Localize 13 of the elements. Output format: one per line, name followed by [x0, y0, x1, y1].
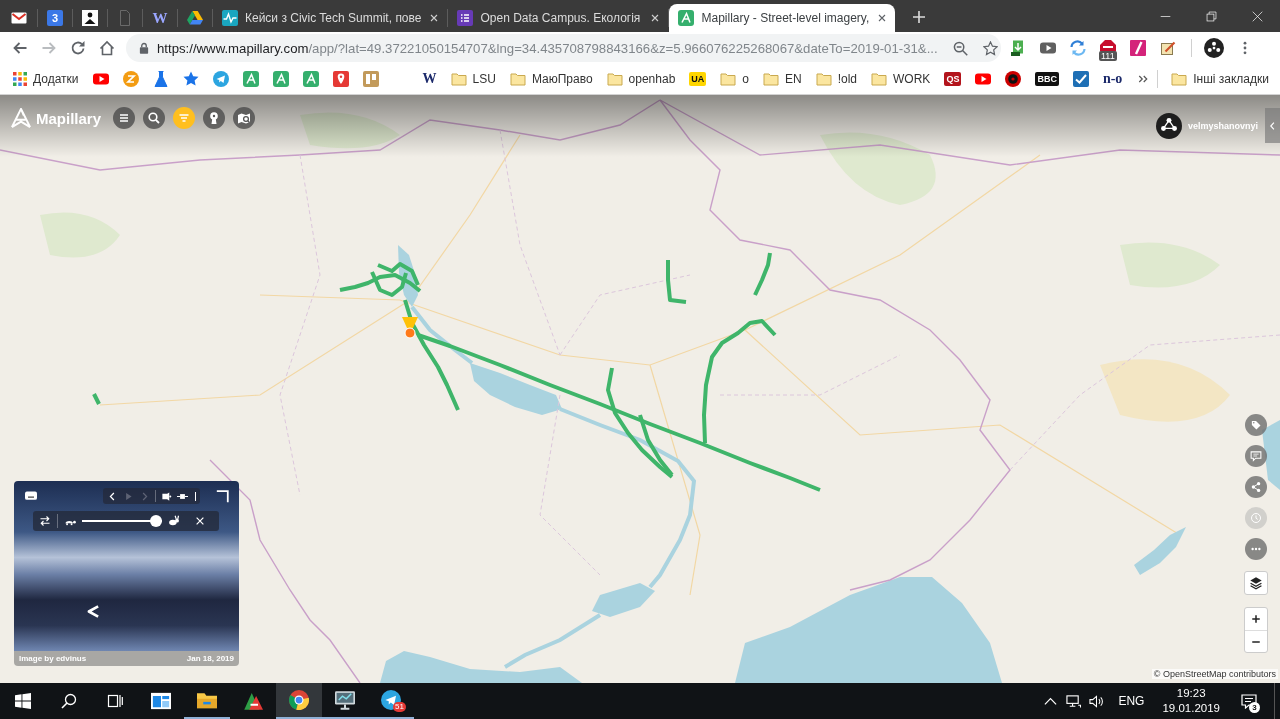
tab-title: Open Data Campus. Екологія [480, 11, 642, 25]
favicon-tile: QS [944, 72, 962, 86]
map-attribution: © OpenStreetMap contributors [1151, 669, 1278, 679]
tab-title: Кейси з Civic Tech Summit, пове [245, 11, 422, 25]
favicon-tile: BBC [1035, 72, 1059, 86]
calendar-tile: 3 [47, 10, 63, 26]
tab-title: Mapillary - Street-level imagery, [701, 11, 870, 25]
image-date: Jan 18, 2019 [186, 654, 234, 663]
notification-count: 3 [1249, 702, 1260, 713]
url-text: https://www.mapillary.com/app/?lat=49.37221050154707&lng=34.435708798843166&z=5.966076225268067&dateTo=2019-01-31&... [157, 40, 938, 56]
favicon-tile: UA [689, 72, 707, 86]
extension-badge: 111 [1099, 51, 1117, 61]
unread-badge: 51 [393, 702, 406, 712]
